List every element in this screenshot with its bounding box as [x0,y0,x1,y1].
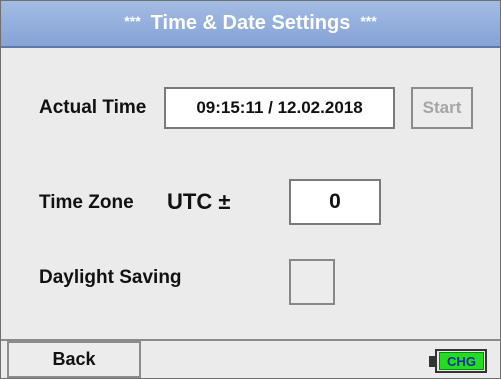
back-button[interactable]: Back [7,341,141,378]
time-zone-field[interactable]: 0 [289,179,381,225]
daylight-saving-checkbox[interactable] [289,259,335,305]
title-stars-right: *** [360,12,377,29]
actual-time-field[interactable]: 09:15:11 / 12.02.2018 [164,87,395,129]
page-title: Time & Date Settings [150,12,351,34]
daylight-saving-label: Daylight Saving [39,267,182,288]
actual-time-label: Actual Time [39,97,147,118]
title-stars-left: *** [124,12,141,29]
time-zone-label: Time Zone [39,192,134,213]
battery-charge-label: CHG [439,352,484,370]
battery-indicator: CHG [429,349,489,375]
utc-label: UTC ± [167,189,231,214]
settings-screen: *** Time & Date Settings *** Actual Time… [0,0,501,379]
title-bar: *** Time & Date Settings *** [1,1,500,48]
start-button[interactable]: Start [411,87,473,129]
